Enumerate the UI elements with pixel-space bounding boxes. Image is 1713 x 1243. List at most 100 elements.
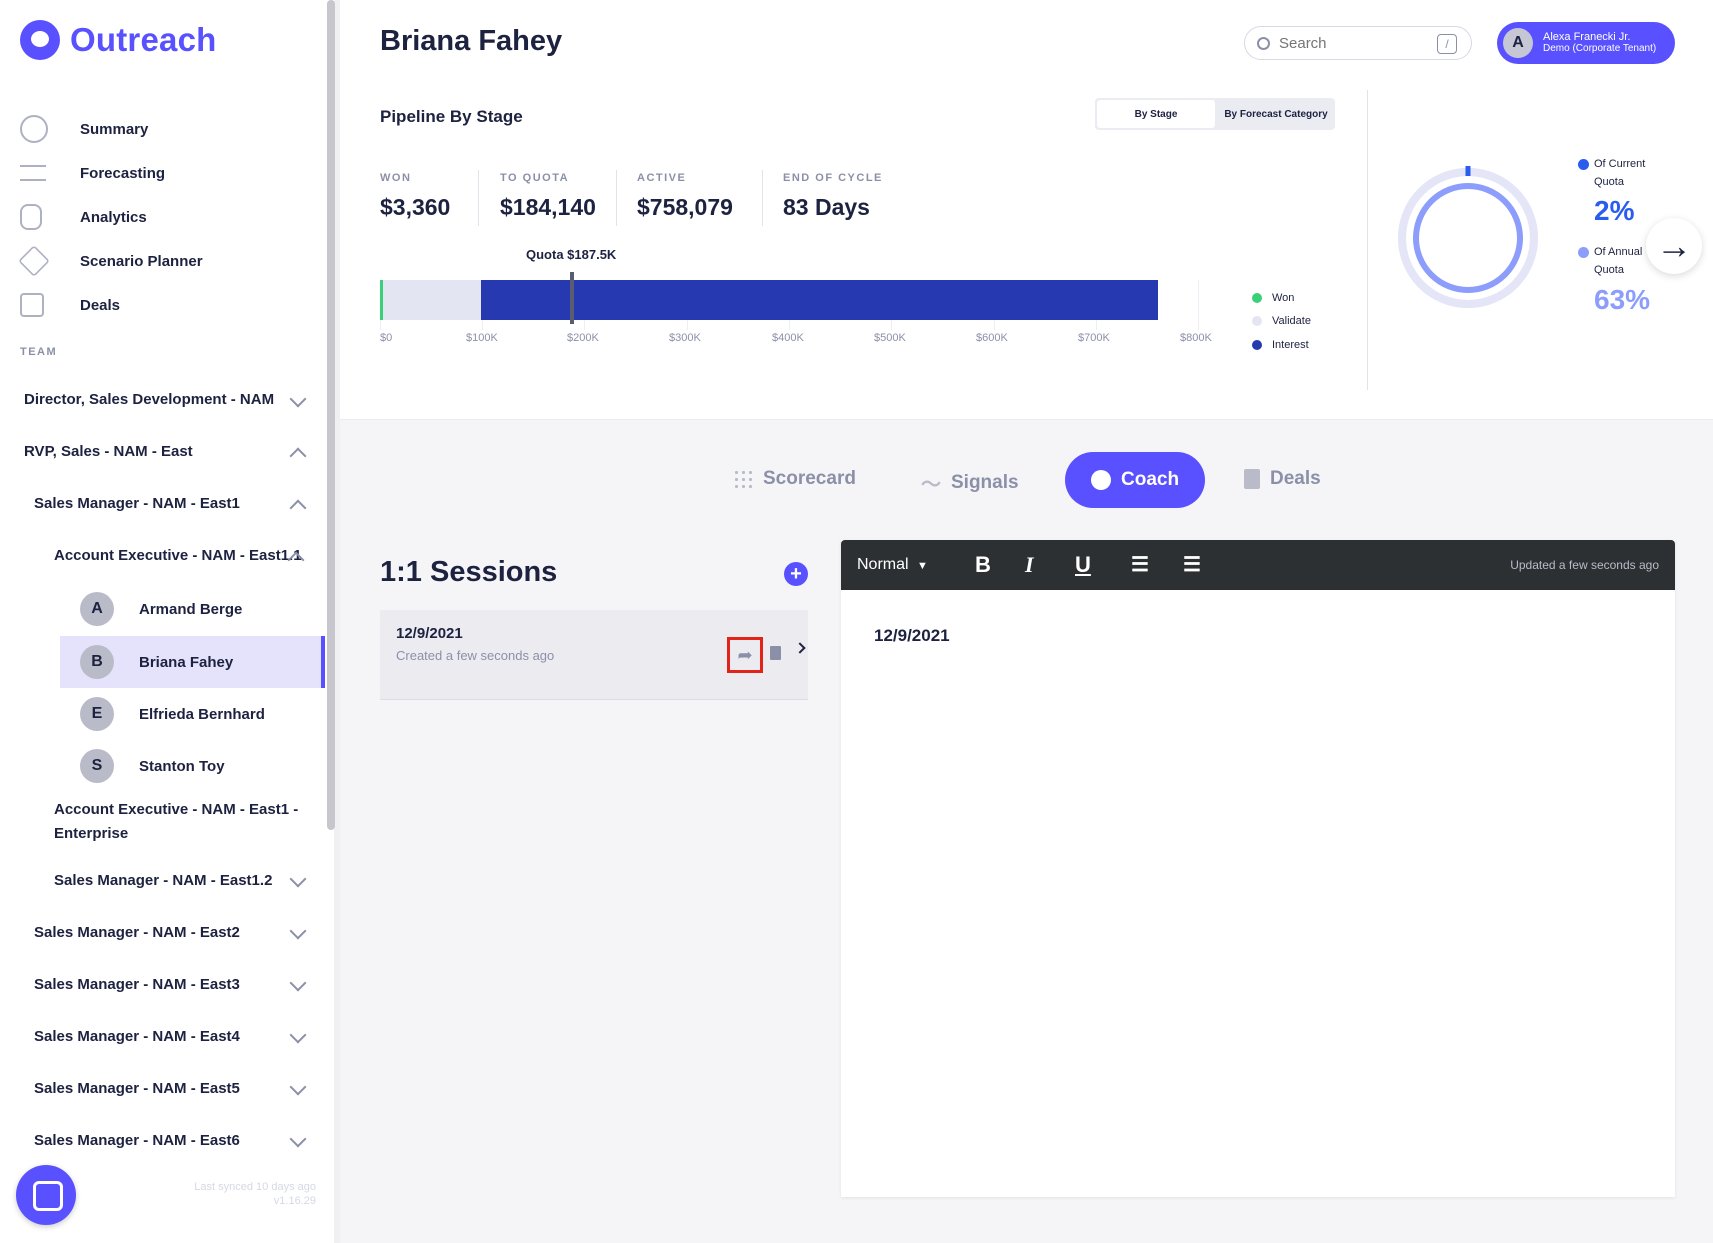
tree-sales-manager-east1-2[interactable]: Sales Manager - NAM - East1.2 [54, 872, 272, 889]
italic-button[interactable]: I [1025, 552, 1034, 578]
quota-marker [570, 272, 574, 324]
tree-rvp-sales-east[interactable]: RVP, Sales - NAM - East [24, 443, 193, 460]
stat-to-quota: TO QUOTA $184,140 [500, 172, 596, 221]
stat-end-of-cycle: END OF CYCLE 83 Days [783, 172, 883, 221]
person-elfrieda-bernhard[interactable]: E Elfrieda Bernhard [60, 688, 325, 740]
nav-scenario-planner[interactable]: Scenario Planner [18, 245, 203, 277]
bar-segment-interest[interactable] [481, 280, 1158, 320]
axis-tick: $100K [466, 332, 498, 344]
person-stanton-toy[interactable]: S Stanton Toy [60, 740, 325, 792]
user-info: Alexa Franecki Jr. Demo (Corporate Tenan… [1543, 32, 1656, 55]
version-text: v1.16.29 [273, 1195, 316, 1207]
tab-signals[interactable]: 〜 Signals [921, 468, 1019, 497]
trash-icon[interactable] [770, 646, 781, 660]
sidebar-scrollbar[interactable] [327, 0, 335, 830]
chevron-down-icon[interactable] [289, 1026, 307, 1044]
outreach-logo-icon [20, 20, 60, 60]
nav-forecasting[interactable]: Forecasting [20, 158, 165, 188]
session-item[interactable]: 12/9/2021 Created a few seconds ago ➦ [380, 610, 808, 700]
outreach-logo[interactable]: Outreach [20, 20, 216, 60]
legend-label: Quota [1594, 264, 1624, 276]
user-menu[interactable]: A Alexa Franecki Jr. Demo (Corporate Ten… [1497, 22, 1675, 64]
chevron-down-icon[interactable] [289, 1130, 307, 1148]
search-input[interactable] [1279, 34, 1429, 52]
avatar: A [80, 592, 114, 626]
next-arrow-button[interactable]: → [1646, 218, 1702, 274]
ordered-list-icon[interactable]: ☰ [1131, 552, 1149, 577]
person-armand-berge[interactable]: A Armand Berge [60, 583, 325, 635]
toggle-by-stage[interactable]: By Stage [1097, 100, 1215, 128]
sidebar: Outreach Summary Forecasting Analytics S… [0, 0, 340, 1243]
avatar: B [80, 645, 114, 679]
tree-sales-manager-east3[interactable]: Sales Manager - NAM - East3 [34, 976, 240, 993]
chevron-right-icon[interactable] [794, 642, 806, 654]
nav-analytics[interactable]: Analytics [20, 202, 147, 232]
tab-label: Signals [951, 471, 1019, 493]
legend-label: Quota [1594, 176, 1624, 188]
bold-button[interactable]: B [975, 552, 991, 578]
axis-tick: $0 [380, 332, 393, 344]
document-icon [1244, 469, 1260, 489]
underline-button[interactable]: U [1075, 552, 1091, 578]
chevron-down-icon[interactable] [289, 1078, 307, 1096]
sync-status: Last synced 10 days ago v1.16.29 [150, 1180, 316, 1208]
axis-tick: $200K [567, 332, 599, 344]
chevron-up-icon[interactable] [289, 447, 307, 465]
tree-sales-manager-east6[interactable]: Sales Manager - NAM - East6 [34, 1132, 240, 1149]
gridline [1198, 280, 1199, 330]
legend-current-quota: Of Current Quota [1578, 155, 1645, 191]
chevron-up-icon[interactable] [289, 499, 307, 517]
tree-account-executive-east1-enterprise[interactable]: Account Executive - NAM - East1 - [54, 801, 298, 818]
person-briana-fahey[interactable]: B Briana Fahey [60, 636, 325, 688]
nav-deals[interactable]: Deals [20, 290, 120, 320]
add-session-button[interactable]: + [784, 562, 808, 586]
tab-scorecard[interactable]: Scorecard [733, 468, 856, 490]
tree-account-executive-east1-enterprise-line2[interactable]: Enterprise [54, 825, 128, 842]
share-button[interactable]: ➦ [727, 637, 763, 673]
legend-label: Interest [1272, 339, 1309, 351]
divider [1367, 90, 1368, 390]
tree-sales-manager-east1[interactable]: Sales Manager - NAM - East1 [34, 495, 240, 512]
lines-icon [20, 165, 46, 181]
legend-dot [1252, 293, 1262, 303]
format-select[interactable]: Normal ▼ [857, 556, 928, 574]
triangle-icon [18, 245, 50, 277]
tab-deals[interactable]: Deals [1244, 468, 1321, 490]
notes-editor[interactable]: Normal ▼ B I U ☰ ☰ Updated a few seconds… [841, 540, 1675, 1197]
chevron-down-icon[interactable] [289, 922, 307, 940]
tab-coach[interactable]: Coach [1065, 452, 1206, 508]
axis-tick: $800K [1180, 332, 1212, 344]
tree-account-executive-east1-1[interactable]: Account Executive - NAM - East1.1 [54, 547, 302, 564]
tree-sales-manager-east5[interactable]: Sales Manager - NAM - East5 [34, 1080, 240, 1097]
search-box[interactable]: / [1244, 26, 1472, 60]
chevron-down-icon[interactable] [289, 870, 307, 888]
editor-content[interactable]: 12/9/2021 [874, 626, 950, 646]
nav-summary[interactable]: Summary [20, 114, 148, 144]
legend-label: Validate [1272, 315, 1311, 327]
stat-divider [478, 170, 479, 226]
analytics-icon [20, 204, 42, 230]
coach-icon [1091, 470, 1111, 490]
chevron-down-icon[interactable] [289, 974, 307, 992]
search-icon [1257, 36, 1270, 50]
nav-label: Analytics [80, 208, 147, 226]
person-name: Briana Fahey [139, 653, 234, 671]
tree-director-sales-development[interactable]: Director, Sales Development - NAM [24, 391, 274, 408]
stat-active: ACTIVE $758,079 [637, 172, 733, 221]
stat-value: $758,079 [637, 194, 733, 220]
toggle-by-forecast-category[interactable]: By Forecast Category [1217, 98, 1335, 130]
nav-label: Summary [80, 120, 149, 138]
legend-dot [1252, 316, 1262, 326]
tree-sales-manager-east4[interactable]: Sales Manager - NAM - East4 [34, 1028, 240, 1045]
tab-label: Coach [1121, 469, 1180, 490]
quota-label: Quota $187.5K [526, 247, 617, 262]
chevron-down-icon[interactable] [289, 390, 307, 408]
legend-label: Of Annual [1594, 246, 1643, 258]
sync-text: Last synced 10 days ago [194, 1181, 316, 1193]
bar-segment-validate[interactable] [383, 280, 481, 320]
tree-sales-manager-east2[interactable]: Sales Manager - NAM - East2 [34, 924, 240, 941]
avatar: A [1503, 28, 1533, 58]
bullet-list-icon[interactable]: ☰ [1183, 552, 1201, 577]
chat-button[interactable] [16, 1165, 76, 1225]
axis-tick: $700K [1078, 332, 1110, 344]
